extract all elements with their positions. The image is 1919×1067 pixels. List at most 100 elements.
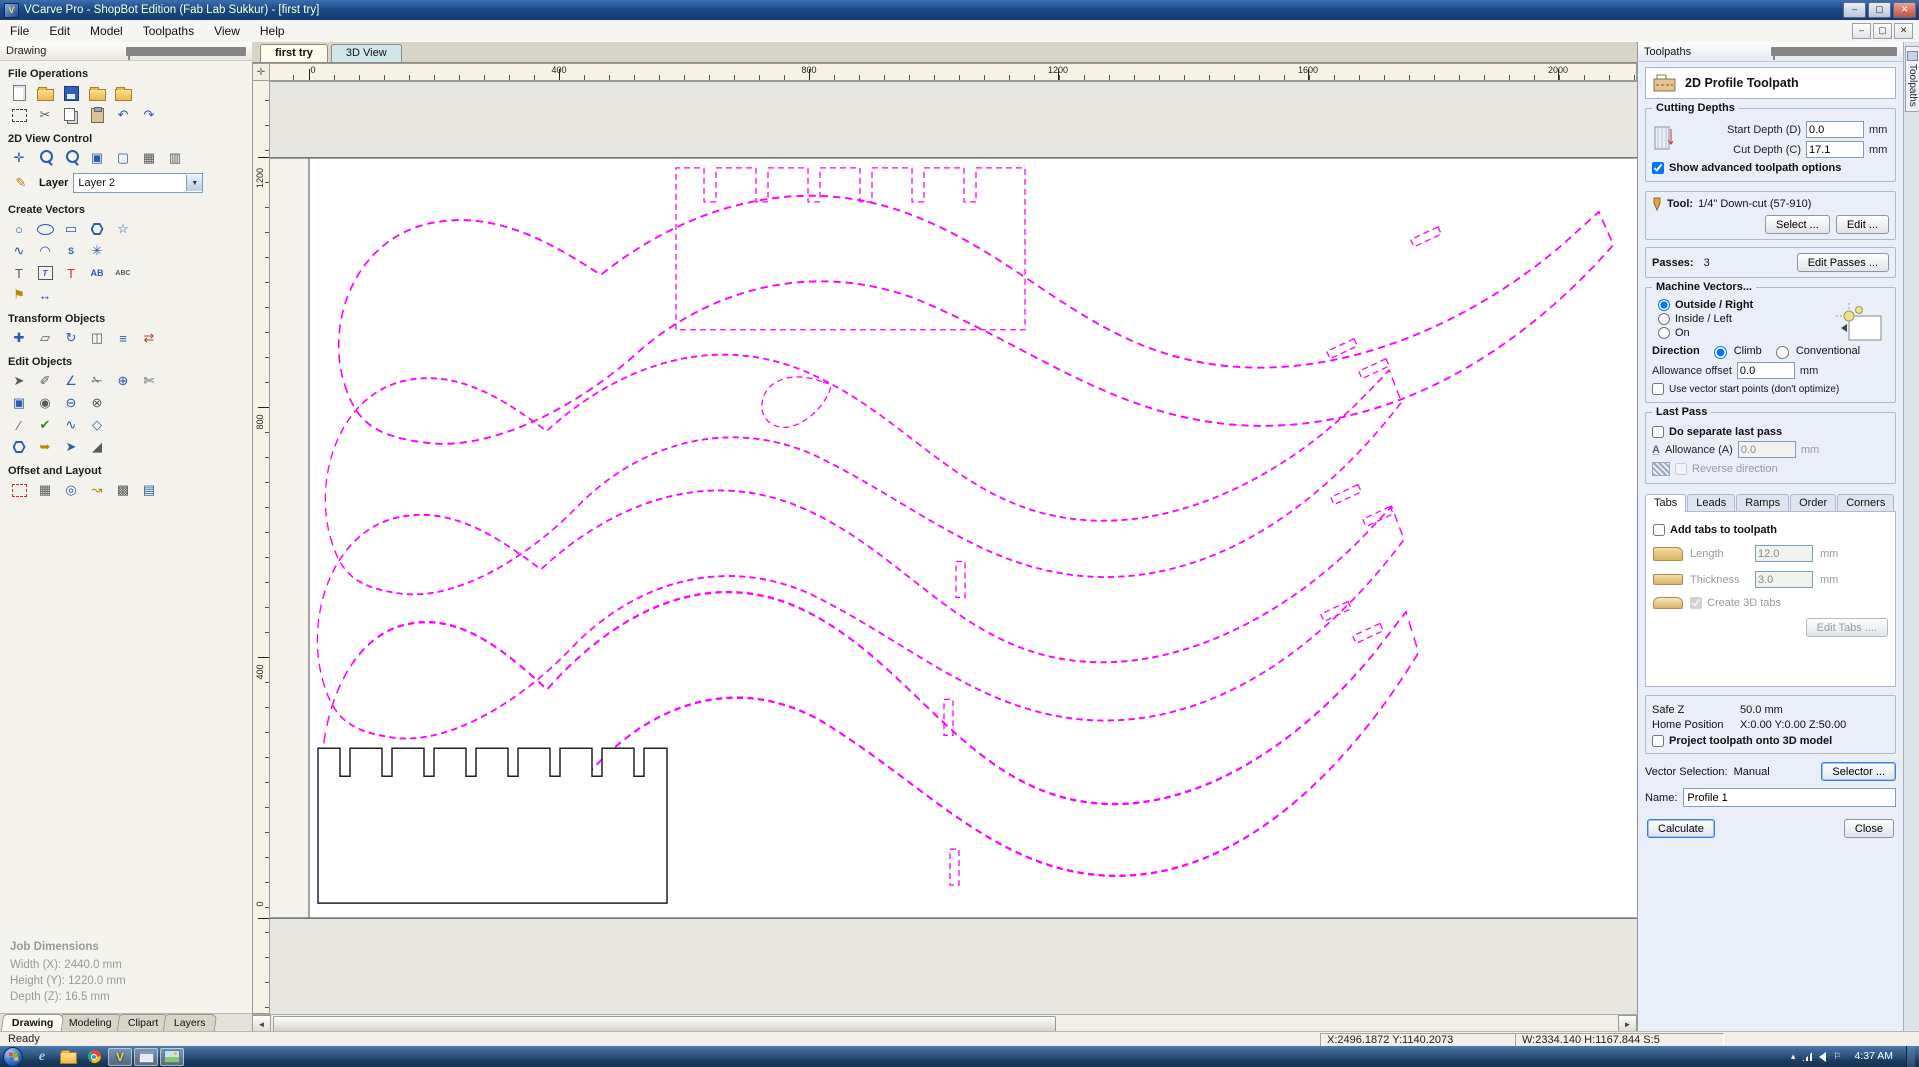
copy-icon[interactable] [60, 105, 82, 125]
grid-icon[interactable]: ▦ [138, 148, 160, 168]
edit-tabs-button[interactable]: Edit Tabs .... [1805, 618, 1888, 637]
tab-ramps[interactable]: Ramps [1736, 494, 1790, 512]
machine-outside-radio[interactable] [1658, 299, 1670, 311]
menu-help[interactable]: Help [250, 22, 295, 40]
group-icon[interactable]: ▣ [8, 393, 30, 413]
tab-drawing[interactable]: Drawing [0, 1014, 65, 1031]
text-abc-icon[interactable]: ABC [112, 263, 134, 283]
distribute-icon[interactable]: ⇄ [138, 328, 160, 348]
snap-icon[interactable]: ⊕ [112, 371, 134, 391]
measure-icon[interactable]: ∠ [60, 371, 82, 391]
select-all-icon[interactable] [8, 105, 30, 125]
separate-last-pass-row[interactable]: Do separate last pass [1652, 426, 1889, 438]
close-vector-icon[interactable]: ◇ [86, 415, 108, 435]
project-toolpath-checkbox[interactable] [1652, 735, 1664, 747]
intersect-icon[interactable]: ⊗ [86, 393, 108, 413]
select-cursor-icon[interactable]: ➤ [8, 371, 30, 391]
text-on-curve-icon[interactable]: T [60, 263, 82, 283]
menu-file[interactable]: File [0, 22, 39, 40]
document-restore-icon[interactable]: ▢ [1873, 23, 1892, 39]
layout-icon[interactable]: ▤ [138, 480, 160, 500]
save-file-icon[interactable] [60, 83, 82, 103]
add-tabs-checkbox[interactable] [1653, 524, 1665, 536]
vector-start-points-row[interactable]: Use vector start points (don't optimize) [1652, 383, 1889, 395]
paste-icon[interactable] [86, 105, 108, 125]
toolpath-name-input[interactable] [1683, 788, 1896, 807]
zoom-extents-icon[interactable]: ▣ [86, 148, 108, 168]
zoom-selected-icon[interactable]: ▢ [112, 148, 134, 168]
taskbar-image-viewer-icon[interactable] [160, 1047, 184, 1066]
copy-along-vectors-icon[interactable]: ↝ [86, 480, 108, 500]
create-3d-tabs-row[interactable]: Create 3D tabs [1690, 597, 1781, 609]
text-spacing-icon[interactable]: AB [86, 263, 108, 283]
taskbar-chrome-icon[interactable] [82, 1048, 106, 1066]
selector-button[interactable]: Selector ... [1821, 762, 1896, 781]
minimize-icon[interactable]: – [1843, 2, 1866, 18]
network-icon[interactable] [1802, 1052, 1813, 1061]
tab-thickness-input[interactable] [1755, 571, 1813, 588]
tab-3d-view[interactable]: 3D View [330, 44, 402, 62]
cut-icon[interactable]: ✂ [34, 105, 56, 125]
reverse-direction-checkbox[interactable] [1675, 463, 1687, 475]
new-file-icon[interactable] [8, 83, 30, 103]
guides-icon[interactable]: ▥ [164, 148, 186, 168]
action-center-icon[interactable]: ⚐ [1833, 1051, 1841, 1062]
advanced-options-row[interactable]: Show advanced toolpath options [1652, 162, 1889, 174]
vector-start-points-checkbox[interactable] [1652, 383, 1664, 395]
nesting-icon[interactable]: ▩ [112, 480, 134, 500]
circular-array-icon[interactable]: ◎ [60, 480, 82, 500]
tab-first-try[interactable]: first try [260, 44, 328, 62]
document-close-icon[interactable]: ✕ [1894, 23, 1913, 39]
mirror-icon[interactable]: ◫ [86, 328, 108, 348]
machine-inside-radio[interactable] [1658, 313, 1670, 325]
menu-edit[interactable]: Edit [39, 22, 80, 40]
draw-rectangle-icon[interactable]: ▭ [60, 219, 82, 239]
node-edit-icon[interactable]: ✐ [34, 371, 56, 391]
draw-polyline-icon[interactable]: ∿ [8, 241, 30, 261]
zoom-window-icon[interactable] [60, 148, 82, 168]
join-vectors-icon[interactable]: ✔ [34, 415, 56, 435]
last-pass-allowance-input[interactable] [1737, 441, 1796, 458]
draw-spiral-icon[interactable]: ✳ [86, 241, 108, 261]
chevron-down-icon[interactable]: ▼ [186, 175, 203, 191]
rotate-icon[interactable]: ↻ [60, 328, 82, 348]
menu-view[interactable]: View [204, 22, 250, 40]
taskbar-browser-icon[interactable]: e [30, 1048, 54, 1066]
knife-icon[interactable]: ∕ [8, 415, 30, 435]
draw-polygon-icon[interactable] [86, 219, 108, 239]
menu-model[interactable]: Model [80, 22, 133, 40]
set-size-icon[interactable]: ▱ [34, 328, 56, 348]
allowance-offset-input[interactable] [1736, 362, 1795, 379]
reverse-direction-row[interactable]: Reverse direction [1652, 462, 1889, 476]
show-desktop-button[interactable] [1906, 1046, 1915, 1067]
taskbar-vcarve-icon[interactable]: V [108, 1047, 132, 1066]
tab-leads[interactable]: Leads [1687, 494, 1736, 512]
tab-tabs[interactable]: Tabs [1645, 494, 1687, 512]
redo-icon[interactable]: ↷ [138, 105, 160, 125]
draw-ellipse-icon[interactable] [34, 219, 56, 239]
tray-show-hidden-icon[interactable]: ▴ [1791, 1051, 1796, 1062]
scissors-icon[interactable]: ✄ [138, 371, 160, 391]
add-tabs-row[interactable]: Add tabs to toolpath [1653, 524, 1888, 536]
text-box-icon[interactable]: T [34, 263, 56, 283]
pin-icon[interactable] [1770, 47, 1897, 60]
volume-icon[interactable] [1819, 1051, 1827, 1062]
direction-climb-radio[interactable] [1713, 346, 1727, 359]
advanced-options-checkbox[interactable] [1652, 162, 1664, 174]
close-icon[interactable]: ✕ [1893, 2, 1916, 18]
tab-length-input[interactable] [1755, 545, 1813, 562]
drawing-canvas[interactable] [270, 81, 1637, 1014]
menu-toolpaths[interactable]: Toolpaths [133, 22, 204, 40]
pin-icon[interactable] [126, 46, 246, 60]
direction-climb-option[interactable]: Climb [1709, 343, 1762, 359]
taskbar-clock[interactable]: 4:37 AM [1848, 1046, 1899, 1067]
tool-select-button[interactable]: Select ... [1765, 215, 1830, 234]
taskbar-explorer-icon[interactable] [56, 1048, 80, 1066]
array-copy-icon[interactable]: ▦ [34, 480, 56, 500]
canvas-drawing[interactable] [270, 82, 1637, 1014]
machine-on-radio[interactable] [1658, 327, 1670, 339]
subtract-icon[interactable]: ⊖ [60, 393, 82, 413]
trim-icon[interactable]: ✁ [86, 371, 108, 391]
flag-icon[interactable]: ⚑ [8, 285, 30, 305]
chamfer-icon[interactable]: ◢ [86, 437, 108, 457]
